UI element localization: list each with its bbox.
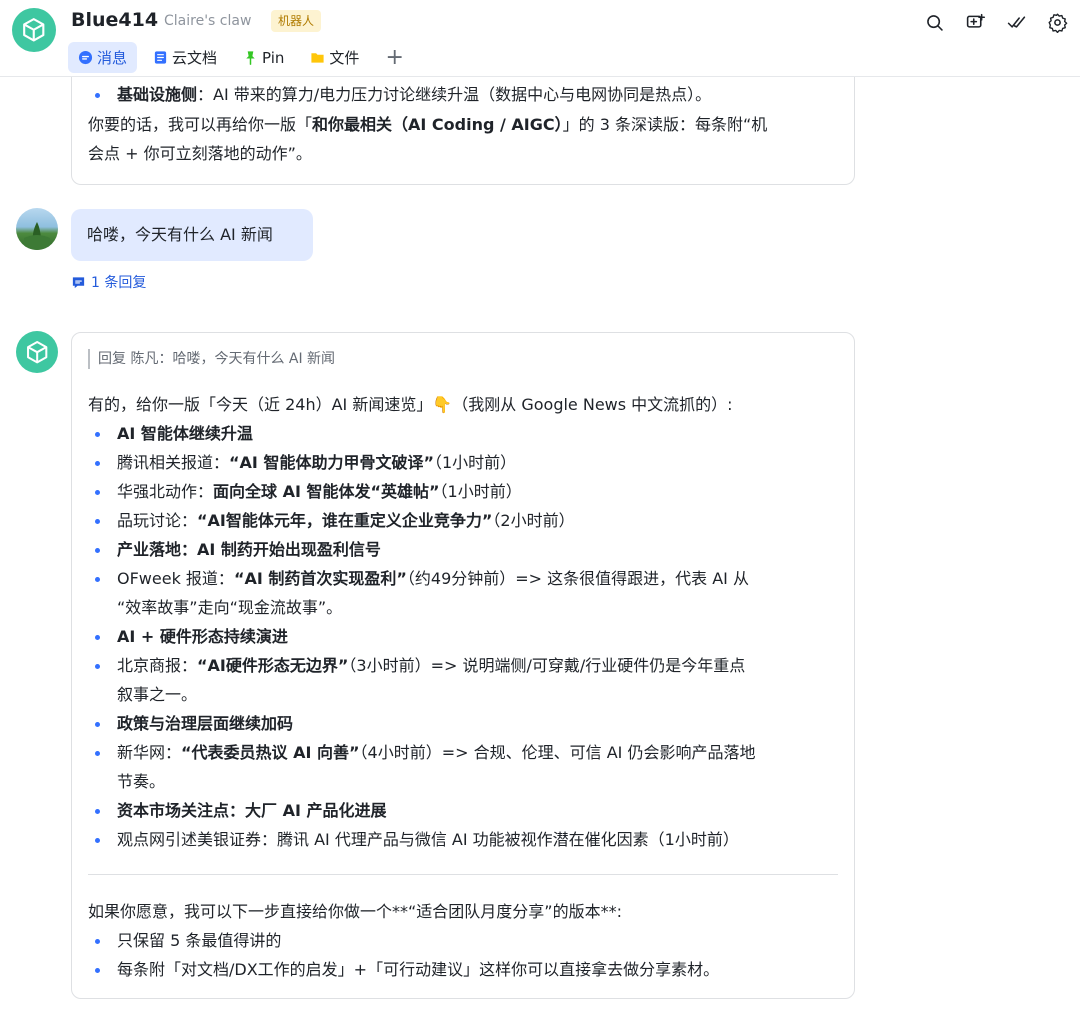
bot-avatar[interactable] [12,8,56,52]
chat-title[interactable]: Blue414 [71,9,158,31]
list-item: 腾讯相关报道：“AI 智能体助力甲骨文破译”（1小时前） [117,453,517,472]
user-message-bubble: 哈喽，今天有什么 AI 新闻 [71,209,313,261]
list-item: OFweek 报道：“AI 制药首次实现盈利”（约49分钟前）=> 这条很值得跟… [117,569,749,588]
bullet [95,751,100,756]
reply-icon [72,276,85,288]
list-item-continuation: 叙事之一。 [117,685,198,704]
cube-icon [23,18,45,42]
pin-icon [243,50,258,65]
list-item: 产业落地：AI 制药开始出现盈利信号 [117,540,381,559]
bullet [95,722,100,727]
bullet [95,838,100,843]
message-intro: 有的，给你一版「今天（近 24h）AI 新闻速览」👇（我刚从 Google Ne… [88,395,733,414]
settings-icon[interactable] [1042,8,1072,36]
tab-label: Pin [262,48,285,67]
bot-avatar[interactable] [16,331,58,373]
tab-label: 文件 [329,49,360,67]
previous-bot-message: 基础设施侧：AI 带来的算力/电力压力讨论继续升温（数据中心与电网协同是热点）。… [71,60,855,185]
cube-icon [26,340,48,364]
list-item: 北京商报：“AI硬件形态无边界”（3小时前）=> 说明端侧/可穿戴/行业硬件仍是… [117,656,746,675]
bullet [95,939,100,944]
bullet [95,577,100,582]
list-item: 品玩讨论：“AI智能体元年，谁在重定义企业竞争力”（2小时前） [117,511,575,530]
message-text: 会点 + 你可立刻落地的动作”。 [88,144,312,163]
list-item: 每条附「对文档/DX工作的启发」+「可行动建议」这样你可以直接拿去做分享素材。 [117,960,720,979]
list-item: 华强北动作：面向全球 AI 智能体发“英雄帖”（1小时前） [117,482,522,501]
bullet [95,490,100,495]
bullet [95,519,100,524]
chat-header: Blue414 Claire's claw 机器人 消息 云文档 Pin 文件 [0,0,1080,77]
thread-reply-link[interactable]: 1 条回复 [71,272,146,292]
divider [88,874,838,875]
list-item-continuation: 节奏。 [117,772,166,791]
reply-count: 1 条回复 [91,275,147,291]
chat-subtitle: Claire's claw [164,13,252,29]
list-item: AI + 硬件形态持续演进 [117,627,288,646]
message-icon [78,50,93,65]
bullet [95,664,100,669]
bullet [95,809,100,814]
add-message-icon[interactable] [960,8,990,36]
tab-messages[interactable]: 消息 [68,42,138,73]
bullet [95,635,100,640]
tab-pin[interactable]: Pin [233,42,294,73]
header-actions [908,8,1072,36]
reply-quote[interactable]: 回复 陈凡：哈喽，今天有什么 AI 新闻 [88,349,335,369]
list-item: AI 智能体继续升温 [117,424,253,443]
bullet [95,432,100,437]
doc-icon [153,50,168,65]
list-item-continuation: “效率故事”走向“现金流故事”。 [117,598,343,617]
bot-message-card: 回复 陈凡：哈喽，今天有什么 AI 新闻 有的，给你一版「今天（近 24h）AI… [71,332,855,999]
bullet [95,548,100,553]
chat-tabs: 消息 云文档 Pin 文件 + [68,42,414,73]
bullet [95,968,100,973]
bullet [95,461,100,466]
add-tab-button[interactable]: + [375,42,413,73]
checklist-icon[interactable] [1001,8,1031,36]
list-item: 资本市场关注点：大厂 AI 产品化进展 [117,801,387,820]
message-text: 你要的话，我可以再给你一版「和你最相关（AI Coding / AIGC）」的 … [88,115,768,134]
tab-files[interactable]: 文件 [300,42,369,73]
bot-tag: 机器人 [271,10,322,32]
tab-label: 消息 [97,49,128,67]
user-avatar[interactable] [16,208,58,250]
list-item: 新华网：“代表委员热议 AI 向善”（4小时前）=> 合规、伦理、可信 AI 仍… [117,743,756,762]
message-outro: 如果你愿意，我可以下一步直接给你做一个**“适合团队月度分享”的版本**: [88,902,622,921]
bullet [95,93,100,98]
search-icon[interactable] [919,8,949,36]
list-item: 政策与治理层面继续加码 [117,714,294,733]
list-item: 只保留 5 条最值得讲的 [117,931,282,950]
user-message-text: 哈喽，今天有什么 AI 新闻 [87,225,273,244]
list-item: 观点网引述美银证券：腾讯 AI 代理产品与微信 AI 功能被视作潜在催化因素（1… [117,830,739,849]
tab-cloud-docs[interactable]: 云文档 [143,42,227,73]
tab-label: 云文档 [172,49,218,67]
folder-icon [310,50,325,65]
list-item: 基础设施侧：AI 带来的算力/电力压力讨论继续升温（数据中心与电网协同是热点）。 [117,85,712,104]
